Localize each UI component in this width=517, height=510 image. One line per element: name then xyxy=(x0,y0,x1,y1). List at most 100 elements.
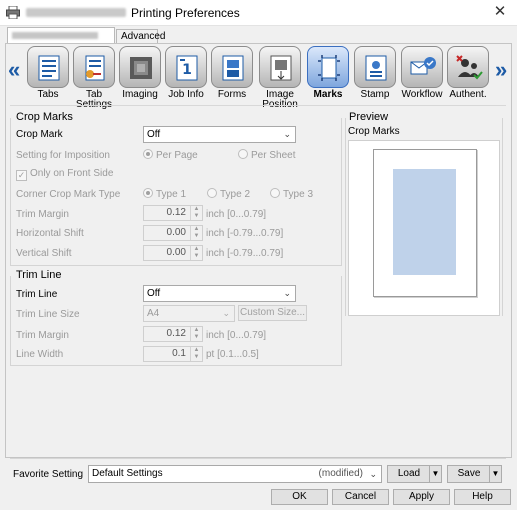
apply-button[interactable]: Apply xyxy=(393,489,450,505)
type3-label: Type 3 xyxy=(283,189,314,200)
trim-margin-stepper[interactable]: 0.12 ▲ ▼ xyxy=(143,205,203,221)
category-label: Tab Settings xyxy=(76,89,112,110)
image-position-icon xyxy=(270,55,292,81)
tab-printer-settings[interactable] xyxy=(7,27,115,44)
svg-text:1: 1 xyxy=(182,62,192,78)
radio-dot xyxy=(143,188,153,198)
line-width-stepper[interactable]: 0.1 ▲ ▼ xyxy=(143,346,203,362)
help-button[interactable]: Help xyxy=(454,489,511,505)
tabs-icon xyxy=(38,55,60,81)
workflow-icon xyxy=(410,57,436,75)
dropdown-arrow-icon[interactable]: ▼ xyxy=(489,466,501,482)
modified-indicator: (modified) xyxy=(318,468,363,479)
forms-icon xyxy=(222,55,244,81)
stepper-arrows-icon[interactable]: ▲ ▼ xyxy=(190,206,202,220)
marks-icon xyxy=(318,55,340,81)
vertical-shift-stepper[interactable]: 0.00 ▲ ▼ xyxy=(143,245,203,261)
divider xyxy=(10,458,506,459)
trim-line-value: Off xyxy=(147,288,161,299)
preview-title: Preview xyxy=(347,111,391,123)
type3-radio[interactable]: Type 3 xyxy=(270,188,313,200)
close-icon[interactable]: ✕ xyxy=(491,3,509,21)
load-button[interactable]: Load ▼ xyxy=(387,465,442,483)
stepper-arrows-icon[interactable]: ▲ ▼ xyxy=(190,327,202,341)
type1-label: Type 1 xyxy=(156,189,187,200)
stepper-arrows-icon[interactable]: ▲ ▼ xyxy=(190,246,202,260)
stepper-arrows-icon[interactable]: ▲ ▼ xyxy=(190,226,202,240)
ok-button[interactable]: OK xyxy=(271,489,328,505)
stepper-arrows-icon[interactable]: ▲ ▼ xyxy=(190,347,202,361)
crop-mark-select[interactable]: Off ⌄ xyxy=(143,126,296,143)
title-bar: Printing Preferences ✕ xyxy=(0,0,517,26)
tab-settings-icon xyxy=(85,55,105,81)
trim-margin-unit: inch [0...0.79] xyxy=(206,209,267,220)
category-label: Image Position xyxy=(262,89,298,110)
per-sheet-radio[interactable]: Per Sheet xyxy=(238,149,295,161)
radio-dot xyxy=(270,188,280,198)
front-side-label: Only on Front Side xyxy=(30,168,114,179)
front-side-checkbox[interactable]: ✓ Only on Front Side xyxy=(16,168,113,181)
divider xyxy=(10,105,506,106)
vertical-shift-label: Vertical Shift xyxy=(16,248,72,259)
cancel-button[interactable]: Cancel xyxy=(332,489,389,505)
favorite-setting-select[interactable]: Default Settings (modified) ⌄ xyxy=(88,465,382,483)
crop-mark-label: Crop Mark xyxy=(16,129,63,140)
horizontal-shift-label: Horizontal Shift xyxy=(16,228,84,239)
chevron-down-icon: ⌄ xyxy=(369,469,377,479)
category-stamp-button[interactable]: Stamp xyxy=(352,46,398,100)
category-imaging-button[interactable]: Imaging xyxy=(117,46,163,100)
redacted-printer-name xyxy=(26,8,126,17)
category-image-position-button[interactable]: Image Position xyxy=(257,46,303,110)
chevron-down-icon: ⌄ xyxy=(222,308,230,318)
horizontal-shift-stepper[interactable]: 0.00 ▲ ▼ xyxy=(143,225,203,241)
favorite-setting-value: Default Settings xyxy=(92,468,163,479)
category-label: Imaging xyxy=(122,89,158,100)
vertical-shift-unit: inch [-0.79...0.79] xyxy=(206,248,284,259)
trim-line-margin-value: 0.12 xyxy=(166,328,186,339)
vertical-shift-value: 0.00 xyxy=(166,247,186,258)
stamp-icon xyxy=(365,55,387,81)
trim-line-select[interactable]: Off ⌄ xyxy=(143,285,296,302)
category-label: Tabs xyxy=(37,89,59,100)
job-info-icon: 1 xyxy=(176,55,198,81)
type2-radio[interactable]: Type 2 xyxy=(207,188,250,200)
trim-line-label: Trim Line xyxy=(16,289,58,300)
imaging-icon xyxy=(130,57,152,79)
corner-type-label: Corner Crop Mark Type xyxy=(16,189,121,200)
trim-line-margin-stepper[interactable]: 0.12 ▲ ▼ xyxy=(143,326,203,342)
type1-radio[interactable]: Type 1 xyxy=(143,188,186,200)
trim-line-margin-label: Trim Margin xyxy=(16,330,69,341)
per-page-label: Per Page xyxy=(156,150,198,161)
category-forms-button[interactable]: Forms xyxy=(209,46,255,100)
line-width-unit: pt [0.1...0.5] xyxy=(206,349,259,360)
redacted-tab-label xyxy=(12,32,98,39)
trim-margin-label: Trim Margin xyxy=(16,209,69,220)
category-authentication-button[interactable]: Authent. xyxy=(445,46,491,100)
trim-line-size-value: A4 xyxy=(147,308,160,319)
trim-line-size-select[interactable]: A4 ⌄ xyxy=(143,305,235,322)
scroll-right-icon[interactable]: » xyxy=(495,57,507,83)
per-page-radio[interactable]: Per Page xyxy=(143,149,198,161)
custom-size-button[interactable]: Custom Size... xyxy=(238,305,307,321)
category-tab-settings-button[interactable]: Tab Settings xyxy=(71,46,117,110)
trim-line-margin-unit: inch [0...0.79] xyxy=(206,330,267,341)
dropdown-arrow-icon[interactable]: ▼ xyxy=(429,466,441,482)
authentication-icon xyxy=(456,55,483,80)
category-workflow-button[interactable]: Workflow xyxy=(399,46,445,100)
save-button[interactable]: Save ▼ xyxy=(447,465,502,483)
tab-advanced[interactable]: Advanced xyxy=(116,29,165,44)
category-label: Authent. xyxy=(449,89,487,100)
radio-dot xyxy=(207,188,217,198)
horizontal-shift-value: 0.00 xyxy=(166,227,186,238)
horizontal-shift-unit: inch [-0.79...0.79] xyxy=(206,228,284,239)
printer-icon xyxy=(6,6,20,19)
crop-marks-title: Crop Marks xyxy=(14,111,75,123)
category-marks-button[interactable]: Marks xyxy=(305,46,351,100)
category-tabs-button[interactable]: Tabs xyxy=(25,46,71,100)
chevron-down-icon: ⌄ xyxy=(283,129,291,139)
scroll-left-icon[interactable]: « xyxy=(8,57,20,83)
category-job-info-button[interactable]: 1 Job Info xyxy=(163,46,209,100)
radio-dot xyxy=(238,149,248,159)
imposition-label: Setting for Imposition xyxy=(16,150,110,161)
radio-dot xyxy=(143,149,153,159)
